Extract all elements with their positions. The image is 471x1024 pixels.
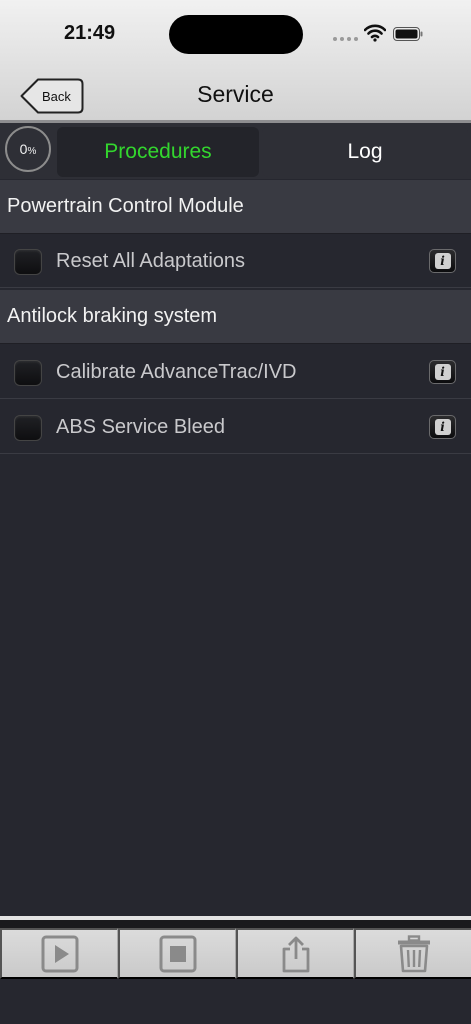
trash-icon bbox=[397, 934, 430, 972]
checkbox[interactable] bbox=[14, 249, 42, 275]
checkbox[interactable] bbox=[14, 360, 42, 386]
battery-icon bbox=[393, 27, 423, 41]
section-header-label: Antilock braking system bbox=[7, 305, 218, 327]
toolbar-shadow bbox=[0, 920, 471, 928]
info-icon: i bbox=[434, 253, 451, 269]
status-time: 21:49 bbox=[64, 22, 116, 44]
tab-log[interactable]: Log bbox=[262, 127, 468, 177]
info-button[interactable]: i bbox=[429, 415, 456, 439]
section-header-label: Powertrain Control Module bbox=[7, 195, 244, 217]
dynamic-island bbox=[169, 15, 303, 54]
list-item-label: ABS Service Bleed bbox=[56, 416, 225, 438]
info-icon: i bbox=[434, 419, 451, 435]
checkbox[interactable] bbox=[14, 415, 42, 441]
share-icon bbox=[282, 936, 309, 972]
page-title: Service bbox=[197, 81, 274, 107]
stop-button[interactable] bbox=[118, 928, 236, 979]
progress-unit: % bbox=[27, 146, 37, 157]
list-item-reset-adaptations[interactable]: Reset All Adaptations i bbox=[0, 234, 471, 288]
section-header-powertrain: Powertrain Control Module bbox=[0, 180, 471, 234]
cellular-signal-icon bbox=[333, 37, 358, 41]
list-item-label: Calibrate AdvanceTrac/IVD bbox=[56, 361, 297, 383]
list-item-calibrate-advancetrac[interactable]: Calibrate AdvanceTrac/IVD i bbox=[0, 345, 471, 399]
play-icon bbox=[41, 935, 78, 972]
play-button[interactable] bbox=[0, 928, 118, 979]
info-button[interactable]: i bbox=[429, 360, 456, 384]
info-icon: i bbox=[434, 364, 451, 380]
stop-icon bbox=[159, 935, 196, 972]
tab-procedures[interactable]: Procedures bbox=[57, 127, 259, 177]
info-button[interactable]: i bbox=[429, 249, 456, 273]
progress-indicator: 0% bbox=[5, 126, 51, 172]
share-button[interactable] bbox=[236, 928, 354, 979]
delete-button[interactable] bbox=[354, 928, 471, 979]
home-indicator-area bbox=[0, 979, 471, 1024]
wifi-icon bbox=[364, 24, 386, 42]
section-header-abs: Antilock braking system bbox=[0, 290, 471, 344]
list-item-abs-service-bleed[interactable]: ABS Service Bleed i bbox=[0, 400, 471, 454]
list-item-label: Reset All Adaptations bbox=[56, 250, 246, 272]
bottom-toolbar bbox=[0, 928, 471, 979]
